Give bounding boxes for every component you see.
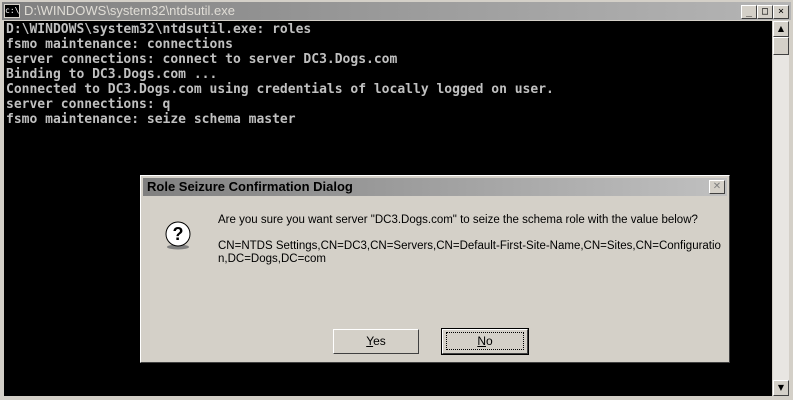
scroll-up-button[interactable]: ▲ — [773, 21, 789, 37]
yes-label: es — [373, 334, 386, 348]
console-text: D:\WINDOWS\system32\ntdsutil.exe: roles … — [4, 21, 772, 127]
role-seizure-dialog: Role Seizure Confirmation Dialog ✕ ? Are… — [140, 175, 730, 363]
dialog-titlebar[interactable]: Role Seizure Confirmation Dialog ✕ — [143, 178, 727, 196]
no-accelerator: N — [477, 334, 486, 348]
console-line: fsmo maintenance: seize schema master — [6, 112, 296, 127]
svg-text:?: ? — [173, 224, 184, 244]
minimize-button[interactable]: _ — [741, 5, 757, 19]
console-line: fsmo maintenance: connections — [6, 37, 233, 52]
console-window: c:\ D:\WINDOWS\system32\ntdsutil.exe _ □… — [0, 0, 793, 400]
close-button[interactable]: × — [773, 5, 789, 19]
yes-button[interactable]: Yes — [333, 329, 419, 354]
role-dn-value: CN=NTDS Settings,CN=DC3,CN=Servers,CN=De… — [218, 240, 721, 265]
console-line: server connections: connect to server DC… — [6, 52, 398, 67]
scroll-down-button[interactable]: ▼ — [773, 380, 789, 396]
confirmation-question: Are you sure you want server "DC3.Dogs.c… — [218, 214, 698, 226]
no-button[interactable]: No — [441, 328, 529, 355]
console-icon: c:\ — [4, 4, 20, 18]
window-title: D:\WINDOWS\system32\ntdsutil.exe — [24, 3, 235, 18]
console-line: D:\WINDOWS\system32\ntdsutil.exe: roles — [6, 22, 312, 37]
maximize-button[interactable]: □ — [757, 5, 773, 19]
no-focus-rect: No — [446, 332, 524, 350]
console-line: Connected to DC3.Dogs.com using credenti… — [6, 82, 554, 97]
question-icon: ? — [165, 221, 191, 250]
window-titlebar[interactable]: c:\ D:\WINDOWS\system32\ntdsutil.exe _ □… — [2, 2, 791, 20]
console-line: server connections: q — [6, 97, 171, 112]
scroll-thumb[interactable] — [773, 37, 789, 55]
no-label: o — [485, 334, 493, 348]
console-line: Binding to DC3.Dogs.com ... — [6, 67, 218, 82]
dialog-close-button[interactable]: ✕ — [709, 180, 725, 194]
dialog-title: Role Seizure Confirmation Dialog — [147, 179, 353, 194]
dialog-message: Are you sure you want server "DC3.Dogs.c… — [218, 214, 723, 266]
vertical-scrollbar[interactable]: ▲ ▼ — [773, 21, 789, 396]
